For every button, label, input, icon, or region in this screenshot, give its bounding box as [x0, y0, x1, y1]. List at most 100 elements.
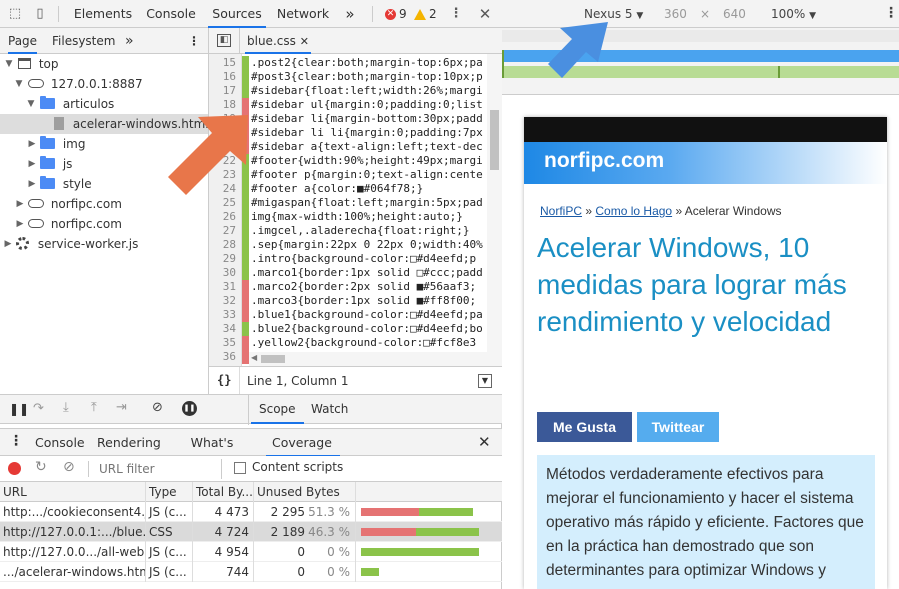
collapse-arrow-icon[interactable]: ▶	[27, 154, 37, 174]
pause-icon[interactable]: ❚❚	[9, 402, 29, 416]
expand-arrow-icon[interactable]: ▼	[4, 54, 14, 74]
scroll-thumb[interactable]	[261, 355, 285, 363]
expand-arrow-icon[interactable]: ▼	[14, 74, 24, 94]
scroll-left-icon[interactable]: ◀	[251, 353, 257, 362]
collapse-arrow-icon[interactable]: ▶	[15, 194, 25, 214]
pause-exceptions-icon[interactable]: ❚❚	[182, 401, 197, 416]
tab-filesystem[interactable]: Filesystem	[52, 28, 115, 54]
collapse-arrow-icon[interactable]: ▶	[27, 174, 37, 194]
table-row[interactable]: http:.../cookieconsent4.js JS (c... 4 473 2…	[0, 502, 502, 522]
code-line[interactable]: .sep{margin:22px 0 22px 0;width:40%	[251, 238, 483, 252]
code-line[interactable]: .intro{background-color:□#d4eefd;p	[251, 252, 476, 266]
device-toolbar-icon[interactable]: ▯	[31, 5, 49, 23]
line-number[interactable]: 16	[209, 70, 242, 84]
code-line[interactable]: .marco2{border:2px solid ■#56aaf3;	[251, 280, 476, 294]
tab-console[interactable]: Console	[142, 0, 200, 28]
close-tab-icon[interactable]: ✕	[300, 35, 309, 48]
navigator-menu-icon[interactable]: ⋮	[188, 28, 200, 54]
code-line[interactable]: #post3{clear:both;margin-top:10px;p	[251, 70, 483, 84]
code-line[interactable]: .imgcel,.aladerecha{float:right;}	[251, 224, 470, 238]
line-number[interactable]: 26	[209, 210, 242, 224]
code-area[interactable]: 1516171819202122232425262728293031323334…	[209, 54, 502, 394]
tab-coverage[interactable]: Coverage ✕	[266, 429, 340, 478]
column-type[interactable]: Type	[146, 482, 193, 502]
code-line[interactable]: .blue2{background-color:□#d4eefd;bo	[251, 322, 483, 336]
tab-watch[interactable]: Watch	[311, 395, 348, 424]
code-line[interactable]: .yellow2{background-color:□#fcf8e3	[251, 336, 476, 350]
drawer-menu-icon[interactable]: ⋮	[9, 433, 23, 449]
tab-network[interactable]: Network	[274, 0, 332, 28]
vertical-scrollbar[interactable]	[487, 54, 502, 366]
close-devtools-icon[interactable]: ✕	[476, 5, 494, 23]
tree-item-service-worker[interactable]: ▶ service-worker.js	[0, 234, 208, 254]
step-into-icon[interactable]: ⤓	[63, 400, 69, 415]
column-unused-bytes[interactable]: Unused Bytes	[254, 482, 356, 502]
collapse-arrow-icon[interactable]: ▶	[15, 214, 25, 234]
line-number[interactable]: 25	[209, 196, 242, 210]
inspect-element-icon[interactable]: ⬚	[6, 5, 24, 23]
line-number[interactable]: 15	[209, 56, 242, 70]
code-line[interactable]: #footer p{margin:0;text-align:cente	[251, 168, 483, 182]
content-scripts-checkbox[interactable]	[234, 462, 246, 474]
step-out-icon[interactable]: ⤒	[91, 400, 97, 415]
more-tabs-chevron-icon[interactable]: »	[340, 0, 360, 28]
error-count-badge[interactable]: ✕ 9	[385, 0, 407, 28]
toggle-navigator-icon[interactable]: ◧	[217, 34, 231, 47]
device-height[interactable]: 640	[723, 7, 746, 21]
device-select[interactable]: Nexus 5 ▼	[584, 7, 643, 21]
more-navigator-tabs-icon[interactable]: »	[125, 28, 134, 54]
device-menu-icon[interactable]: ⋮	[884, 5, 898, 21]
code-line[interactable]: .post2{clear:both;margin-top:6px;pa	[251, 56, 483, 70]
collapse-arrow-icon[interactable]: ▶	[3, 234, 13, 254]
breadcrumb-link-home[interactable]: NorfiPC	[540, 204, 582, 218]
code-line[interactable]: #footer a{color:■#064f78;}	[251, 182, 423, 196]
code-line[interactable]: #footer{width:90%;height:49px;margi	[251, 154, 483, 168]
code-line[interactable]: #sidebar ul{margin:0;padding:0;list	[251, 98, 483, 112]
close-drawer-icon[interactable]: ✕	[478, 433, 491, 451]
step-icon[interactable]: ⇥	[116, 400, 127, 415]
line-number[interactable]: 31	[209, 280, 242, 294]
deactivate-breakpoints-icon[interactable]: ⊘	[152, 400, 163, 415]
breadcrumb-link-section[interactable]: Como lo Hago	[595, 204, 672, 218]
device-width[interactable]: 360	[664, 7, 687, 21]
column-total-bytes[interactable]: Total By...	[193, 482, 254, 502]
code-line[interactable]: img{max-width:100%;height:auto;}	[251, 210, 463, 224]
code-line[interactable]: #migaspan{float:left;margin:5px;pad	[251, 196, 483, 210]
code-line[interactable]: .marco1{border:1px solid □#ccc;padd	[251, 266, 483, 280]
line-number[interactable]: 28	[209, 238, 242, 252]
url-filter-input[interactable]	[96, 459, 222, 479]
coverage-toggle-icon[interactable]: ▼	[478, 374, 492, 388]
line-number[interactable]: 30	[209, 266, 242, 280]
scroll-thumb[interactable]	[490, 110, 499, 170]
tree-item-norfipc[interactable]: ▶ norfipc.com	[0, 214, 208, 234]
clear-icon[interactable]: ⊘	[63, 459, 75, 475]
tree-item-localhost[interactable]: ▼ 127.0.0.1:8887	[0, 74, 208, 94]
tab-whats-new[interactable]: What's New	[180, 429, 244, 478]
line-number[interactable]: 36	[209, 350, 242, 364]
record-icon[interactable]	[8, 462, 21, 475]
code-line[interactable]: #sidebar a{text-align:left;text-dec	[251, 140, 483, 154]
horizontal-scrollbar[interactable]: ◀	[249, 352, 489, 366]
tab-sources[interactable]: Sources	[208, 0, 266, 28]
code-line[interactable]: #sidebar li{margin-bottom:30px;padd	[251, 112, 483, 126]
code-line[interactable]: #sidebar li li{margin:0;padding:7px	[251, 126, 483, 140]
tab-elements[interactable]: Elements	[72, 0, 134, 28]
line-number[interactable]: 33	[209, 308, 242, 322]
line-number[interactable]: 32	[209, 294, 242, 308]
table-row[interactable]: http://127.0.0.1:.../blue.cssCSS4 7242 1…	[0, 522, 502, 542]
tab-page[interactable]: Page	[8, 28, 38, 54]
line-number[interactable]: 34	[209, 322, 242, 336]
zoom-select[interactable]: 100% ▼	[771, 7, 816, 21]
tab-rendering[interactable]: Rendering	[97, 429, 161, 457]
line-number[interactable]: 29	[209, 252, 242, 266]
like-button[interactable]: Me Gusta	[537, 412, 632, 442]
tree-item-top[interactable]: ▼ top	[0, 54, 208, 74]
line-number[interactable]: 18	[209, 98, 242, 112]
line-number[interactable]: 35	[209, 336, 242, 350]
tree-item-articulos[interactable]: ▼ articulos	[0, 94, 208, 114]
table-row[interactable]: http://127.0.0.../all-web.js JS (c... 4 95…	[0, 542, 502, 562]
code-line[interactable]: #sidebar{float:left;width:26%;margi	[251, 84, 483, 98]
code-line[interactable]: .marco3{border:1px solid ■#ff8f00;	[251, 294, 476, 308]
step-over-icon[interactable]: ↷	[33, 401, 44, 416]
tab-scope[interactable]: Scope	[251, 395, 304, 424]
